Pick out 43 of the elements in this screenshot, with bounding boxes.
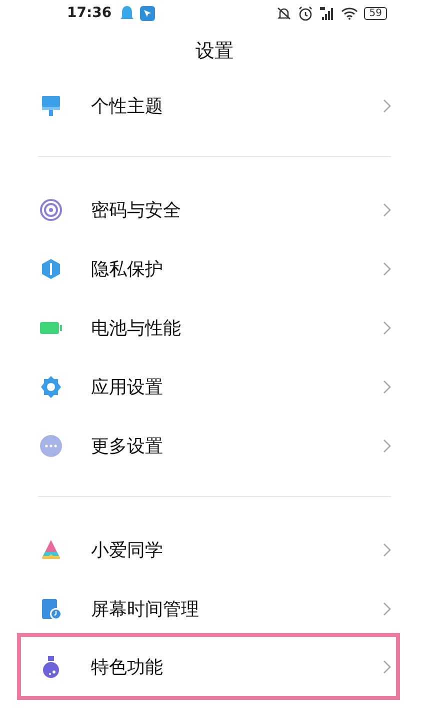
chevron-icon: [383, 380, 391, 394]
chevron-icon: [383, 262, 391, 276]
more-icon: [39, 434, 63, 458]
brush-icon: [39, 94, 63, 118]
gear-icon: [39, 374, 63, 398]
settings-item[interactable]: 屏幕时间管理: [0, 579, 429, 638]
battery-level: 59: [364, 6, 387, 20]
chevron-icon: [383, 320, 391, 334]
item-label: 应用设置: [91, 376, 164, 398]
item-label: 密码与安全: [91, 198, 182, 222]
item-label: 更多设置: [91, 434, 164, 458]
chevron-icon: [383, 660, 391, 674]
item-label: 电池与性能: [91, 316, 182, 340]
wifi-icon: [341, 6, 358, 20]
settings-item[interactable]: 个性主题: [0, 76, 429, 135]
clock-icon: [39, 596, 63, 620]
mute-icon: [276, 6, 292, 20]
chevron-icon: [383, 202, 391, 216]
item-label: 屏幕时间管理: [91, 598, 200, 620]
item-label: 个性主题: [91, 94, 164, 118]
settings-item[interactable]: 电池与性能: [0, 298, 429, 357]
signal-icon: [319, 6, 336, 20]
alarm-icon: [298, 6, 314, 20]
item-label: 小爱同学: [91, 538, 164, 562]
item-label: 隐私保护: [91, 258, 164, 280]
settings-item[interactable]: 密码与安全: [0, 180, 429, 239]
item-label: 特色功能: [91, 656, 164, 678]
settings-item[interactable]: 应用设置: [0, 357, 429, 416]
settings-item[interactable]: 小爱同学: [0, 520, 429, 579]
chevron-icon: [383, 98, 391, 112]
notification-icon: [120, 5, 134, 21]
shield-icon: [39, 256, 63, 280]
settings-item[interactable]: 特色功能: [21, 637, 396, 696]
status-time: 17:36: [67, 5, 112, 21]
chevron-icon: [383, 438, 391, 452]
assistant-icon: [39, 538, 63, 562]
app-icon: [140, 6, 155, 20]
fingerprint-icon: [39, 198, 63, 222]
settings-item[interactable]: 更多设置: [0, 416, 429, 475]
chevron-icon: [383, 602, 391, 616]
chevron-icon: [383, 542, 391, 556]
settings-item[interactable]: 隐私保护: [0, 239, 429, 298]
page-title: 设置: [194, 39, 234, 64]
